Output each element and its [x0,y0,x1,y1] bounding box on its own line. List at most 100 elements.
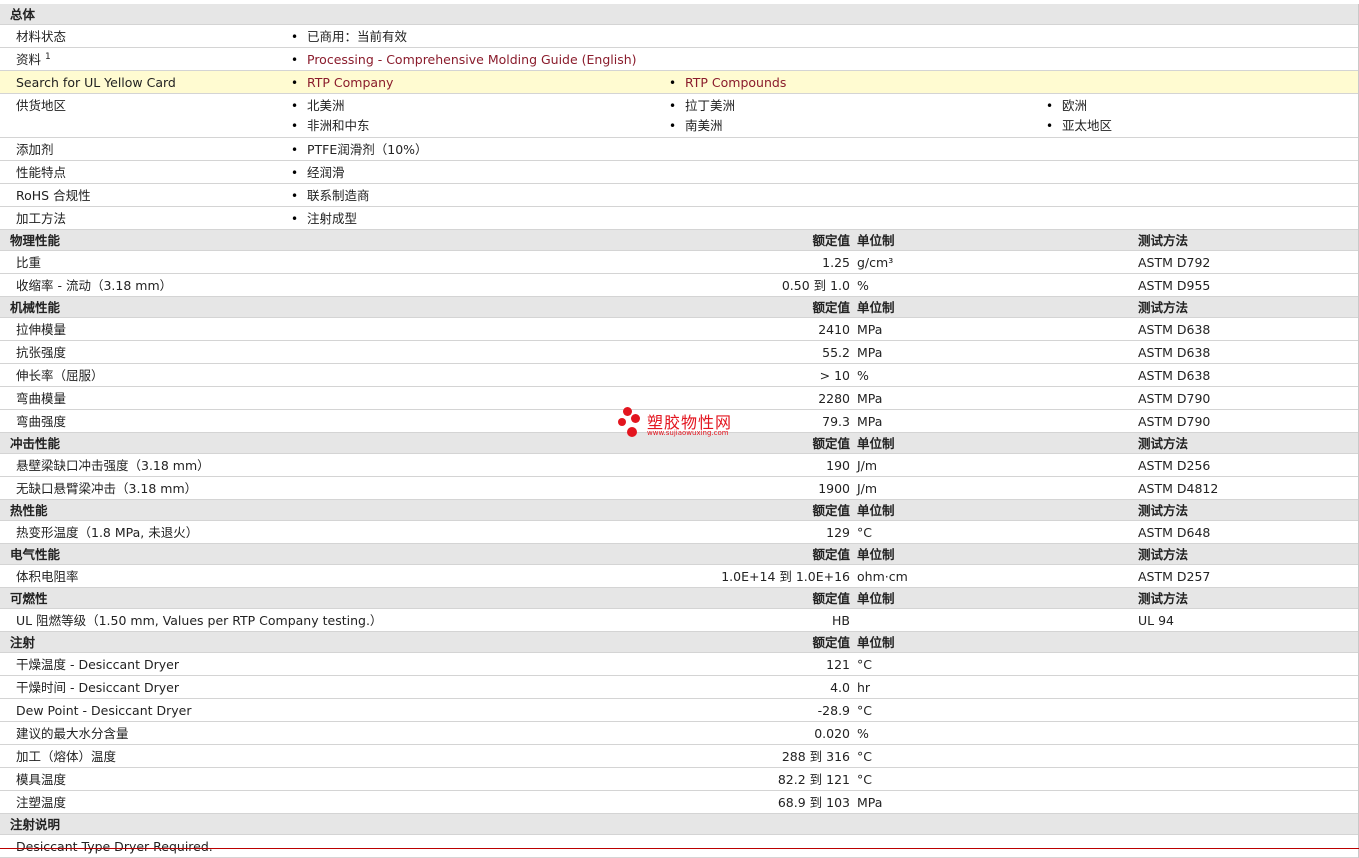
row-label: 伸长率（屈服） [16,368,104,383]
bottom-border [0,848,1359,849]
table-row: 加工（熔体）温度 288 到 316 °C [0,745,1358,768]
column-header-method: 测试方法 [1138,436,1189,451]
column-header-unit: 单位制 [857,436,895,451]
row-label: 供货地区 [16,98,67,113]
row-label: 拉伸模量 [16,322,67,337]
table-row: UL 阻燃等级（1.50 mm, Values per RTP Company … [0,609,1358,632]
row-unit: J/m [857,481,878,496]
section-title: 注射说明 [10,817,61,832]
section-header-mechanical: 机械性能 额定值 单位制 测试方法 [0,297,1358,318]
section-title: 冲击性能 [10,436,61,451]
section-header-flammability: 可燃性 额定值 单位制 测试方法 [0,588,1358,609]
rohs-value: 联系制造商 [291,186,369,206]
row-unit: % [857,278,869,293]
table-row: 弯曲模量 2280 MPa ASTM D790 [0,387,1358,410]
row-label: 收缩率 - 流动（3.18 mm） [16,278,173,293]
region-item: 亚太地区 [1046,116,1112,136]
region-item: 欧洲 [1046,96,1087,116]
row-method: ASTM D638 [1138,345,1211,360]
row-value: 1.25 [822,255,850,270]
row-value: 0.50 到 1.0 [781,278,850,293]
general-row-rohs: RoHS 合规性 联系制造商 [0,184,1358,207]
row-label: 比重 [16,255,42,270]
section-title: 机械性能 [10,300,61,315]
column-header-unit: 单位制 [857,547,895,562]
table-row: 注塑温度 68.9 到 103 MPa [0,791,1358,814]
row-method: ASTM D955 [1138,278,1211,293]
processing-guide-link[interactable]: Processing - Comprehensive Molding Guide… [291,50,637,70]
row-unit: ohm·cm [857,569,908,584]
column-header-value: 额定值 [812,436,850,451]
row-value: 1900 [818,481,850,496]
table-row: 收缩率 - 流动（3.18 mm） 0.50 到 1.0 % ASTM D955 [0,274,1358,297]
general-row-additive: 添加剂 PTFE润滑剂（10%） [0,138,1358,161]
injection-note-text: Desiccant Type Dryer Required. [16,839,213,854]
rtp-company-link[interactable]: RTP Company [291,73,393,93]
row-unit: % [857,726,869,741]
row-value: 0.020 [814,726,850,741]
row-label: 悬壁梁缺口冲击强度（3.18 mm） [16,458,210,473]
row-label: 资料 1 [16,52,51,67]
row-value: 79.3 [822,414,850,429]
table-row: 干燥时间 - Desiccant Dryer 4.0 hr [0,676,1358,699]
table-row: 比重 1.25 g/cm³ ASTM D792 [0,251,1358,274]
rtp-compounds-link[interactable]: RTP Compounds [669,73,786,93]
row-value: 121 [826,657,850,672]
row-unit: g/cm³ [857,255,894,270]
row-label: 模具温度 [16,772,67,787]
column-header-value: 额定值 [812,300,850,315]
row-unit: °C [857,525,872,540]
section-title: 注射 [10,635,36,650]
row-label: 注塑温度 [16,795,67,810]
table-row: 拉伸模量 2410 MPa ASTM D638 [0,318,1358,341]
row-label: 加工方法 [16,211,67,226]
column-header-method: 测试方法 [1138,300,1189,315]
row-label: 抗张强度 [16,345,67,360]
row-label: 热变形温度（1.8 MPa, 未退火） [16,525,199,540]
general-row-processing: 加工方法 注射成型 [0,207,1358,230]
section-header-injection: 注射 额定值 单位制 [0,632,1358,653]
additive-value: PTFE润滑剂（10%） [291,140,427,160]
row-method: UL 94 [1138,613,1174,628]
region-item: 北美洲 [291,96,344,116]
section-title: 物理性能 [10,233,61,248]
row-unit: MPa [857,795,883,810]
processing-method-value: 注射成型 [291,209,357,229]
column-header-value: 额定值 [812,503,850,518]
table-row: 悬壁梁缺口冲击强度（3.18 mm） 190 J/m ASTM D256 [0,454,1358,477]
row-method: ASTM D792 [1138,255,1211,270]
row-label: 性能特点 [16,165,67,180]
feature-value: 经润滑 [291,163,344,183]
row-value: 1.0E+14 到 1.0E+16 [721,569,850,584]
row-label: UL 阻燃等级（1.50 mm, Values per RTP Company … [16,613,383,628]
row-label: 弯曲模量 [16,391,67,406]
row-unit: °C [857,657,872,672]
row-value: 4.0 [830,680,850,695]
row-method: ASTM D638 [1138,368,1211,383]
table-row: 弯曲强度 79.3 MPa ASTM D790 [0,410,1358,433]
row-method: ASTM D790 [1138,414,1211,429]
row-label: Search for UL Yellow Card [16,75,176,90]
row-method: ASTM D648 [1138,525,1211,540]
row-unit: °C [857,703,872,718]
row-value: HB [832,613,850,628]
row-unit: MPa [857,391,883,406]
row-method: ASTM D638 [1138,322,1211,337]
row-unit: hr [857,680,871,695]
column-header-method: 测试方法 [1138,233,1189,248]
section-title: 热性能 [10,503,48,518]
column-header-unit: 单位制 [857,233,895,248]
section-title: 可燃性 [10,591,48,606]
datasheet-table: 总体 材料状态 已商用：当前有效 资料 1 Processing - Compr… [0,4,1359,858]
column-header-value: 额定值 [812,591,850,606]
row-value: 190 [826,458,850,473]
row-unit: MPa [857,322,883,337]
row-label: 体积电阻率 [16,569,79,584]
row-label: Dew Point - Desiccant Dryer [16,703,192,718]
column-header-unit: 单位制 [857,503,895,518]
column-header-value: 额定值 [812,233,850,248]
general-row-features: 性能特点 经润滑 [0,161,1358,184]
row-label: 建议的最大水分含量 [16,726,129,741]
row-value: -28.9 [817,703,850,718]
row-value: 129 [826,525,850,540]
